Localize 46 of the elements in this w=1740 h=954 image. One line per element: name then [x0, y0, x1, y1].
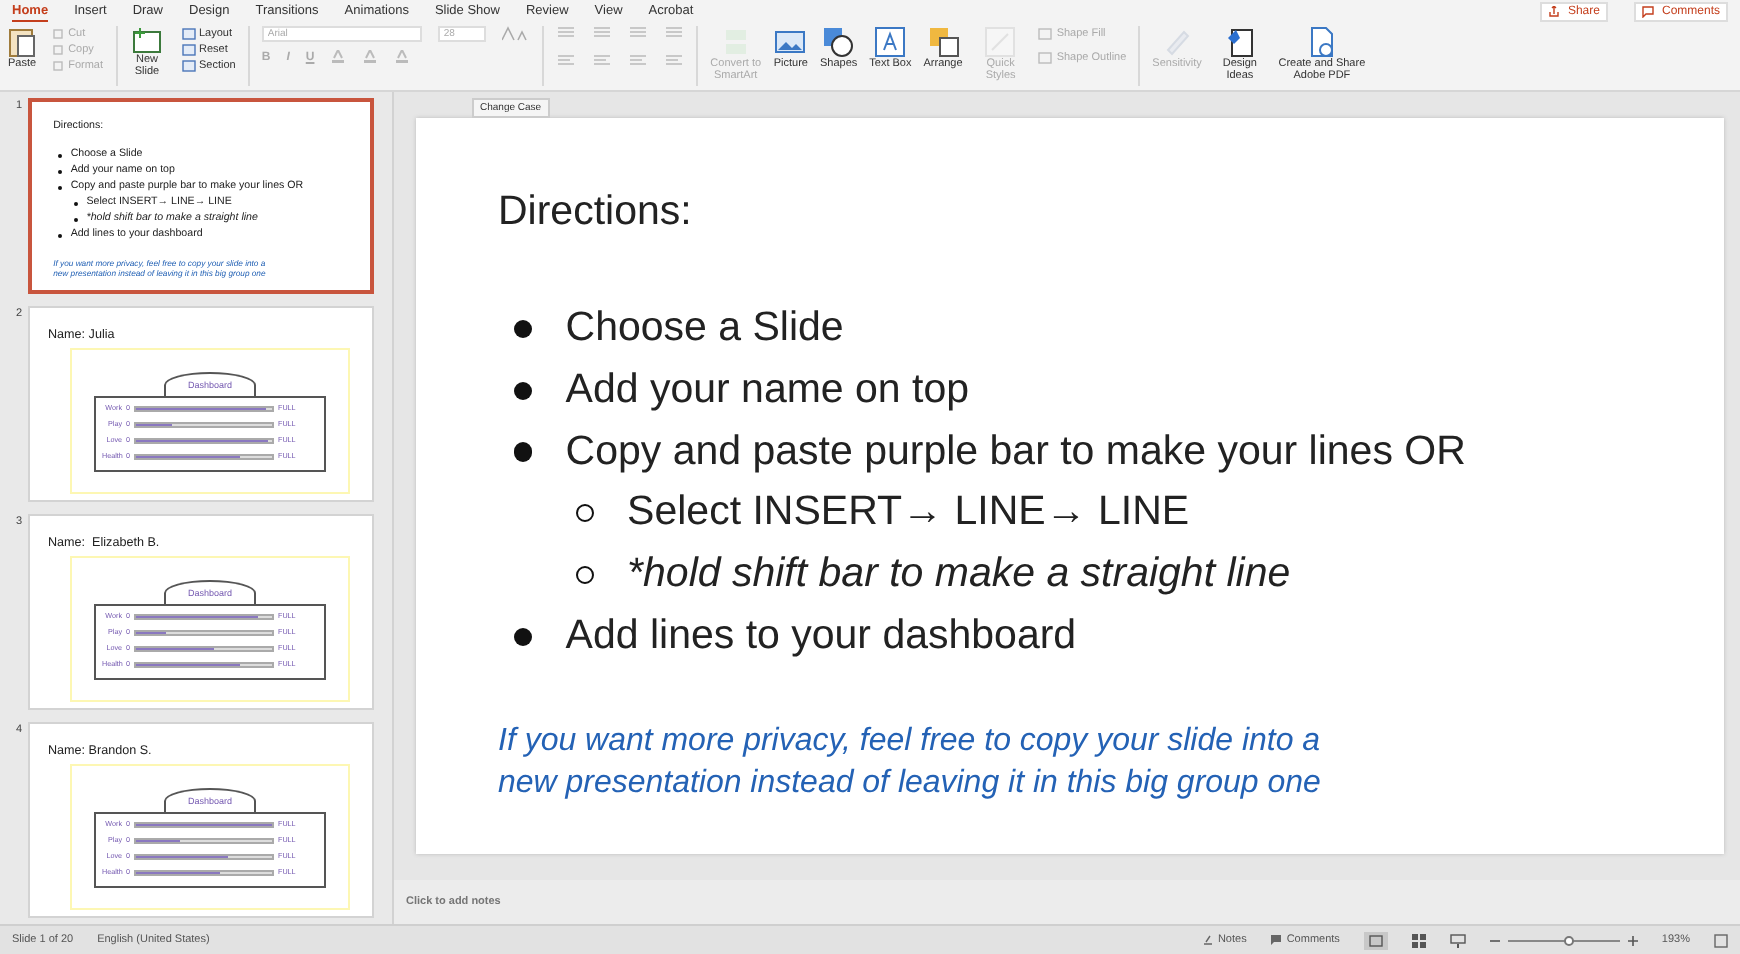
- bullet-icon: [57, 169, 63, 175]
- sub-bullet-icon: [575, 565, 595, 585]
- align-left-icon[interactable]: [555, 54, 576, 66]
- sensitivity-icon: [1161, 26, 1194, 58]
- strikethrough-icon[interactable]: [330, 50, 347, 64]
- bullets-icon[interactable]: [555, 26, 576, 38]
- slide-sorter-icon[interactable]: [1411, 933, 1426, 948]
- slide-thumbnail[interactable]: [28, 97, 374, 294]
- zoom-out-icon[interactable]: [1489, 935, 1500, 946]
- sub-bullet-icon: [73, 201, 79, 207]
- privacy-note: If you want more privacy, feel free to copy your slide into a new presentation instead of leaving it in this big group one: [498, 721, 1323, 804]
- sub-bullet-icon: [73, 217, 79, 222]
- columns-icon[interactable]: [663, 26, 684, 38]
- bullet-text: Add lines to your dashboard: [565, 609, 1077, 662]
- indent-icon[interactable]: [627, 26, 648, 38]
- sub-bullet-text: *hold shift bar to make a straight line: [627, 548, 1291, 601]
- presenter-view-icon[interactable]: [1449, 933, 1466, 948]
- zoom-in-icon[interactable]: [1627, 935, 1638, 946]
- share-icon: [1547, 6, 1560, 18]
- bullet-text: Add your name on top: [565, 363, 970, 416]
- font-size-icon[interactable]: [501, 26, 530, 42]
- bullet-icon: [57, 153, 63, 159]
- bullet-icon: [514, 627, 533, 646]
- highlight-icon[interactable]: [362, 50, 379, 64]
- comment-icon: [1641, 6, 1654, 18]
- normal-view-icon[interactable]: [1363, 931, 1388, 950]
- slide-title: Directions:: [498, 187, 694, 237]
- bullet-icon: [57, 233, 63, 238]
- notes-icon: [1201, 934, 1214, 947]
- comment-icon: [1270, 934, 1283, 947]
- align-right-icon[interactable]: [627, 54, 648, 66]
- sub-bullet-text: Select INSERT→ LINE→ LINE: [627, 486, 1190, 539]
- bullet-text: Copy and paste purple bar to make your lines OR: [565, 425, 1466, 478]
- text-direction-icon[interactable]: [663, 54, 684, 66]
- bullet-icon: [514, 319, 533, 339]
- font-color-icon[interactable]: [394, 50, 411, 64]
- sub-bullet-icon: [575, 504, 595, 523]
- zoom-slider-thumb[interactable]: [1563, 935, 1574, 946]
- align-center-icon[interactable]: [591, 54, 612, 66]
- picture-icon: [774, 26, 807, 58]
- bullet-text: Choose a Slide: [565, 302, 844, 355]
- bullet-icon: [514, 442, 533, 462]
- bullet-icon: [57, 185, 63, 191]
- fit-to-window-icon[interactable]: [1714, 933, 1728, 948]
- bullet-icon: [514, 381, 533, 400]
- numbering-icon[interactable]: [591, 26, 612, 38]
